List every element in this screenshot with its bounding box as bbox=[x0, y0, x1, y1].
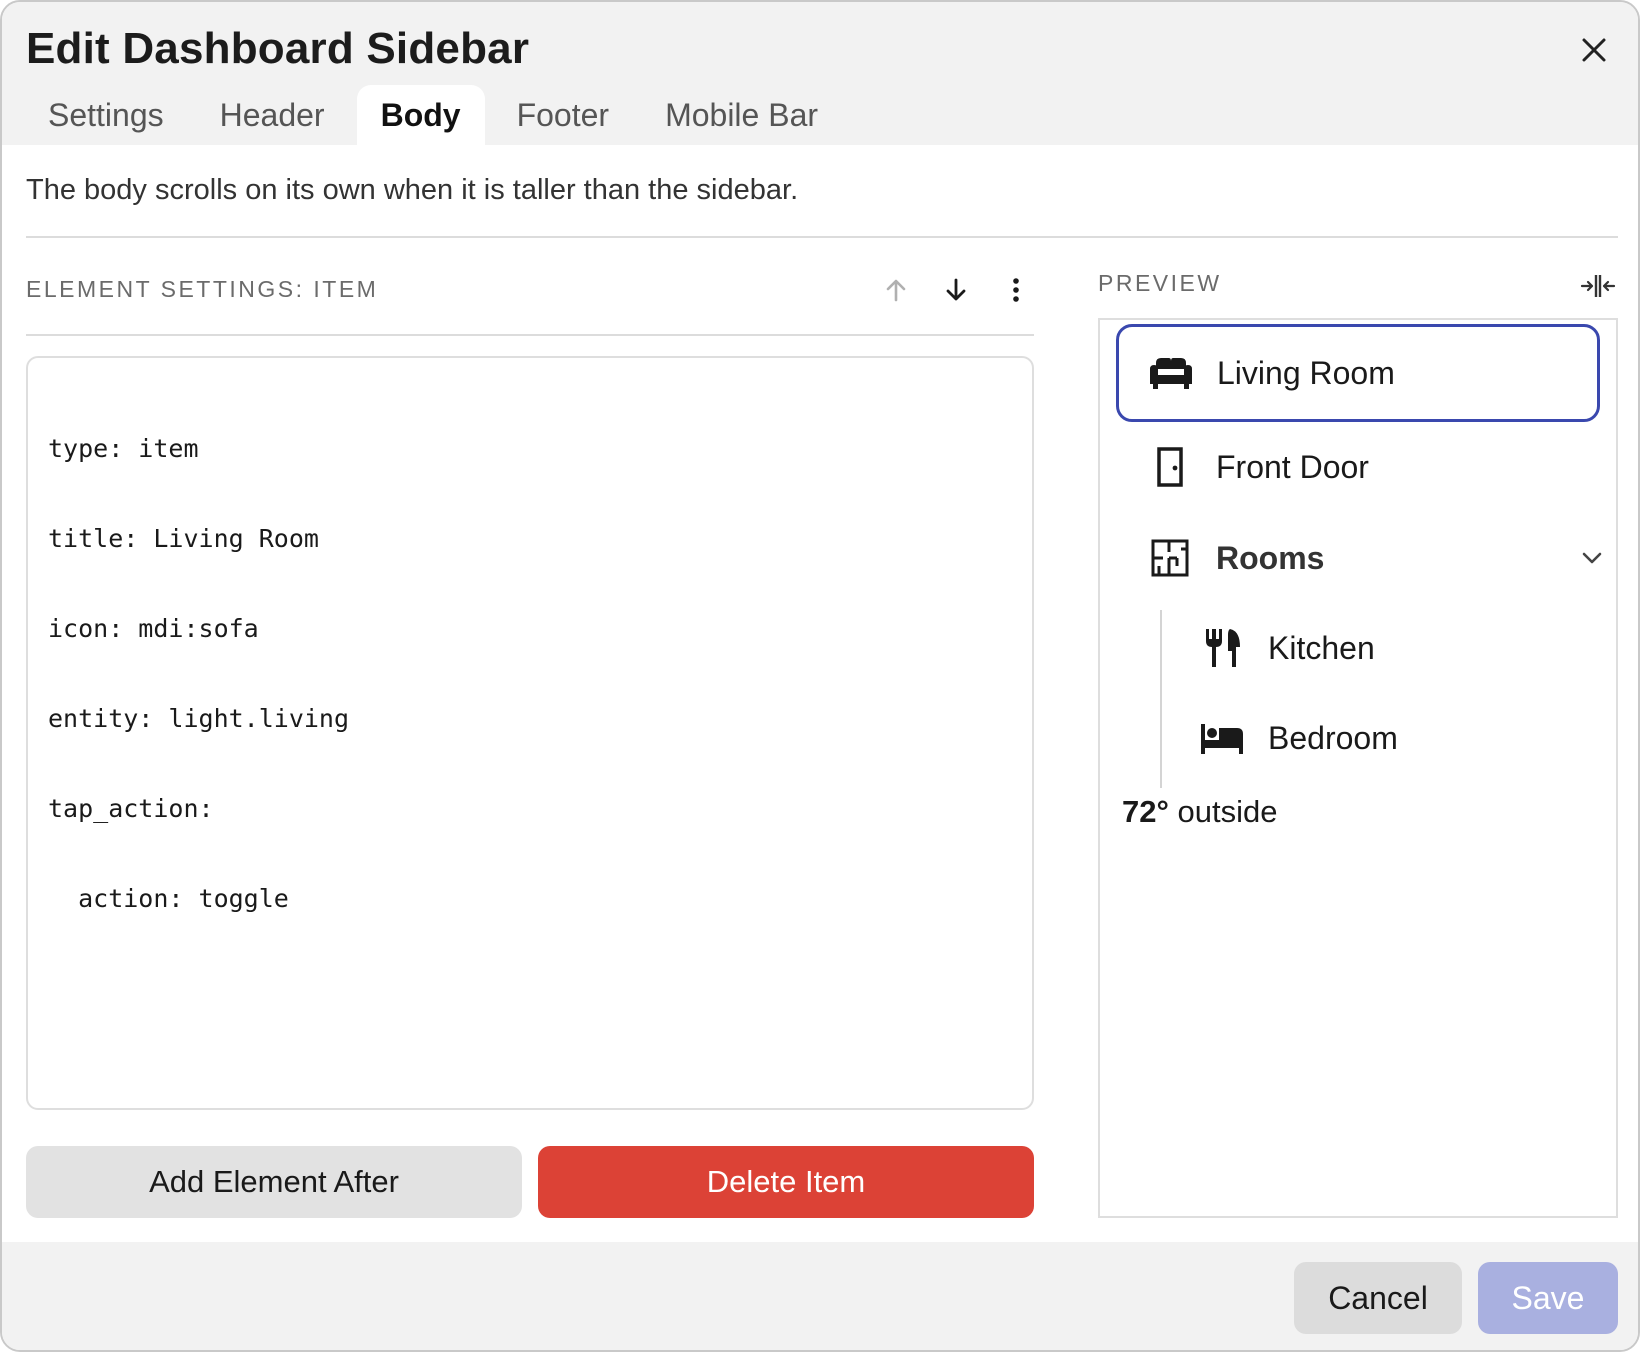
code-line: entity: light.living bbox=[48, 704, 350, 733]
move-up-button[interactable] bbox=[866, 270, 926, 310]
dialog-header: Edit Dashboard Sidebar Settings Header B… bbox=[2, 2, 1638, 145]
tab-header[interactable]: Header bbox=[196, 85, 349, 145]
section-divider bbox=[26, 236, 1618, 238]
arrow-up-icon bbox=[886, 279, 906, 302]
close-icon bbox=[1582, 38, 1606, 62]
floor-plan-icon bbox=[1146, 534, 1194, 582]
delete-item-button[interactable]: Delete Item bbox=[538, 1146, 1034, 1218]
move-down-button[interactable] bbox=[926, 270, 986, 310]
tab-body[interactable]: Body bbox=[356, 85, 485, 145]
temperature-value: 72° bbox=[1122, 794, 1169, 829]
element-toolbar bbox=[866, 270, 1046, 310]
code-line: type: item bbox=[48, 434, 199, 463]
preview-item-living-room[interactable]: Living Room bbox=[1116, 324, 1600, 422]
sofa-icon bbox=[1147, 349, 1195, 397]
temperature-suffix: outside bbox=[1168, 794, 1278, 829]
code-line: title: Living Room bbox=[48, 524, 319, 553]
chevron-down-icon[interactable] bbox=[1580, 516, 1604, 600]
element-settings-label: ELEMENT SETTINGS: ITEM bbox=[26, 276, 379, 302]
split-width-icon bbox=[1580, 275, 1616, 297]
code-line: action: toggle bbox=[48, 884, 289, 913]
preview-item-label: Living Room bbox=[1217, 354, 1395, 391]
preview-width-toggle[interactable] bbox=[1576, 268, 1620, 304]
preview-item-bedroom[interactable]: Bedroom bbox=[1198, 696, 1598, 780]
save-button[interactable]: Save bbox=[1478, 1262, 1618, 1334]
tree-connector-line bbox=[1160, 610, 1162, 788]
arrow-down-icon bbox=[946, 278, 966, 301]
preview-item-front-door[interactable]: Front Door bbox=[1146, 424, 1586, 510]
silverware-icon bbox=[1198, 624, 1246, 672]
more-vertical-icon bbox=[1013, 278, 1019, 302]
add-element-after-button[interactable]: Add Element After bbox=[26, 1146, 522, 1218]
tab-footer[interactable]: Footer bbox=[493, 85, 633, 145]
cancel-button[interactable]: Cancel bbox=[1294, 1262, 1462, 1334]
preview-item-label: Front Door bbox=[1216, 448, 1369, 485]
close-button[interactable] bbox=[1574, 30, 1614, 70]
code-line: tap_action: bbox=[48, 794, 214, 823]
yaml-code-editor[interactable]: type: item title: Living Room icon: mdi:… bbox=[26, 356, 1034, 1110]
settings-divider bbox=[26, 334, 1034, 336]
edit-sidebar-dialog: Edit Dashboard Sidebar Settings Header B… bbox=[0, 0, 1640, 1352]
bed-icon bbox=[1198, 714, 1246, 762]
preview-group-rooms[interactable]: Rooms bbox=[1146, 516, 1606, 600]
preview-group-label: Rooms bbox=[1216, 539, 1325, 576]
preview-item-label: Bedroom bbox=[1268, 719, 1398, 756]
temperature-readout: 72° outside bbox=[1122, 794, 1277, 830]
code-line: icon: mdi:sofa bbox=[48, 614, 259, 643]
preview-item-label: Kitchen bbox=[1268, 629, 1375, 666]
door-icon bbox=[1146, 443, 1194, 491]
body-description: The body scrolls on its own when it is t… bbox=[26, 174, 799, 206]
tab-bar: Settings Header Body Footer Mobile Bar bbox=[24, 85, 850, 145]
dialog-title: Edit Dashboard Sidebar bbox=[26, 24, 530, 73]
tab-mobile-bar[interactable]: Mobile Bar bbox=[641, 85, 842, 145]
tab-settings[interactable]: Settings bbox=[24, 85, 188, 145]
preview-label: PREVIEW bbox=[1098, 270, 1222, 296]
preview-item-kitchen[interactable]: Kitchen bbox=[1198, 606, 1598, 690]
more-options-button[interactable] bbox=[986, 270, 1046, 310]
sidebar-preview: Living Room Front Door Rooms Kitchen Bed… bbox=[1098, 318, 1618, 1218]
